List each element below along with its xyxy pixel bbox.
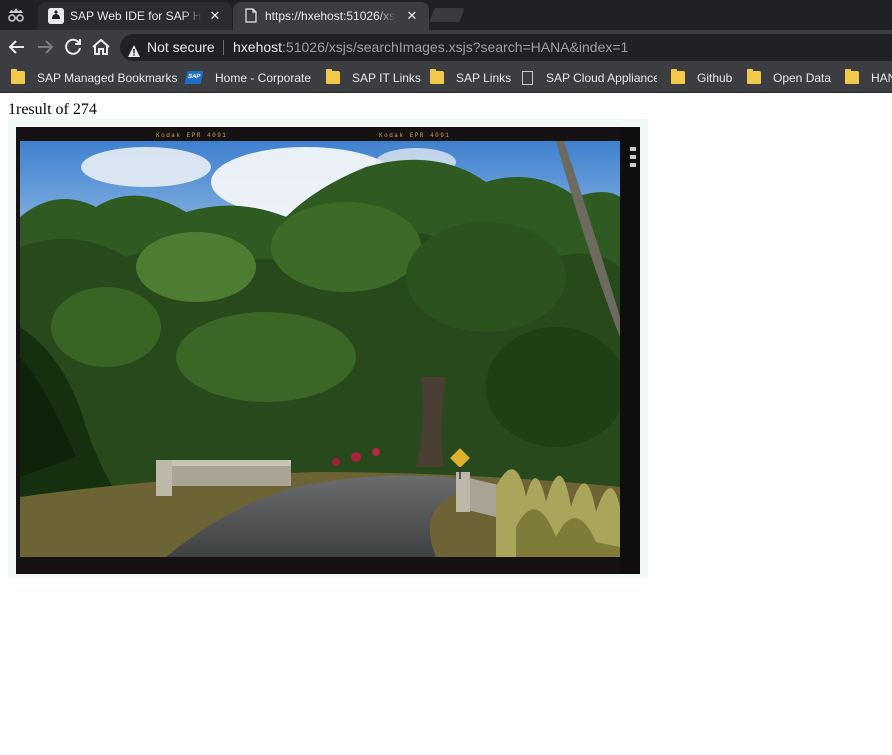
bookmark-label: Github (697, 71, 733, 85)
result-count: 1result of 274 (8, 100, 97, 120)
image-frame: Kodak EPR 4091 Kodak EPR 4091 (8, 119, 648, 578)
address-bar[interactable]: Not secure hxehost:51026/xsjs/searchImag… (120, 34, 892, 61)
back-arrow-icon[interactable] (5, 35, 29, 59)
close-tab-icon[interactable]: ✕ (405, 9, 419, 23)
url-host: hxehost (233, 39, 283, 55)
bookmark-label: SAP Links (456, 71, 512, 85)
sap-logo-icon: SAP (184, 71, 204, 84)
close-tab-icon[interactable]: ✕ (208, 9, 222, 23)
address-separator (223, 40, 224, 55)
page-icon (243, 8, 259, 24)
reload-icon[interactable] (61, 35, 85, 59)
folder-icon (845, 69, 859, 84)
url-text[interactable]: hxehost:51026/xsjs/searchImages.xsjs?sea… (233, 34, 628, 61)
security-label[interactable]: Not secure (147, 34, 215, 61)
tab-sap-web-ide[interactable]: SAP Web IDE for SAP HANA ✕ (38, 2, 232, 30)
tab-title: SAP Web IDE for SAP HANA (70, 2, 202, 30)
film-edge-label: Kodak EPR 4091 (379, 132, 450, 139)
folder-icon (430, 69, 444, 84)
bookmark-label: HANA (871, 71, 892, 85)
bookmark-label: SAP Cloud Appliance Library (546, 71, 657, 85)
film-edge-label: Kodak EPR 4091 (156, 132, 227, 139)
result-index: 1 (8, 101, 16, 118)
folder-icon (747, 69, 761, 84)
browser-toolbar: Not secure hxehost:51026/xsjs/searchImag… (0, 30, 892, 64)
bookmark-label: SAP Managed Bookmarks (37, 71, 178, 85)
tab-title: https://hxehost:51026/xsjs/searchImages.… (265, 2, 397, 30)
warning-icon (127, 40, 141, 57)
url-path: :51026/xsjs/searchImages.xsjs?search=HAN… (282, 39, 629, 55)
bookmark-label: Home - Corporate (215, 71, 312, 85)
folder-icon (326, 69, 340, 84)
new-tab-button[interactable] (429, 8, 465, 22)
bookmark-label: Open Data (773, 71, 832, 85)
incognito-icon (4, 5, 28, 25)
bookmark-sap-cloud-appliance-library[interactable]: SAP Cloud Appliance Library (520, 64, 657, 92)
page-icon (522, 71, 533, 85)
folder-icon (671, 69, 685, 84)
sap-webide-icon (48, 8, 64, 24)
result-total: result of 274 (16, 101, 97, 118)
folder-icon (11, 69, 25, 84)
home-icon[interactable] (89, 35, 113, 59)
tab-search-images[interactable]: https://hxehost:51026/xsjs/searchImages.… (233, 2, 429, 30)
bookmark-label: SAP IT Links (352, 71, 421, 85)
tab-strip: SAP Web IDE for SAP HANA ✕ https://hxeho… (0, 0, 892, 30)
search-result-photo: Kodak EPR 4091 Kodak EPR 4091 (16, 127, 640, 574)
bookmarks-bar: SAP Managed Bookmarks SAP Home - Corpora… (0, 64, 892, 93)
forward-arrow-icon[interactable] (33, 35, 57, 59)
